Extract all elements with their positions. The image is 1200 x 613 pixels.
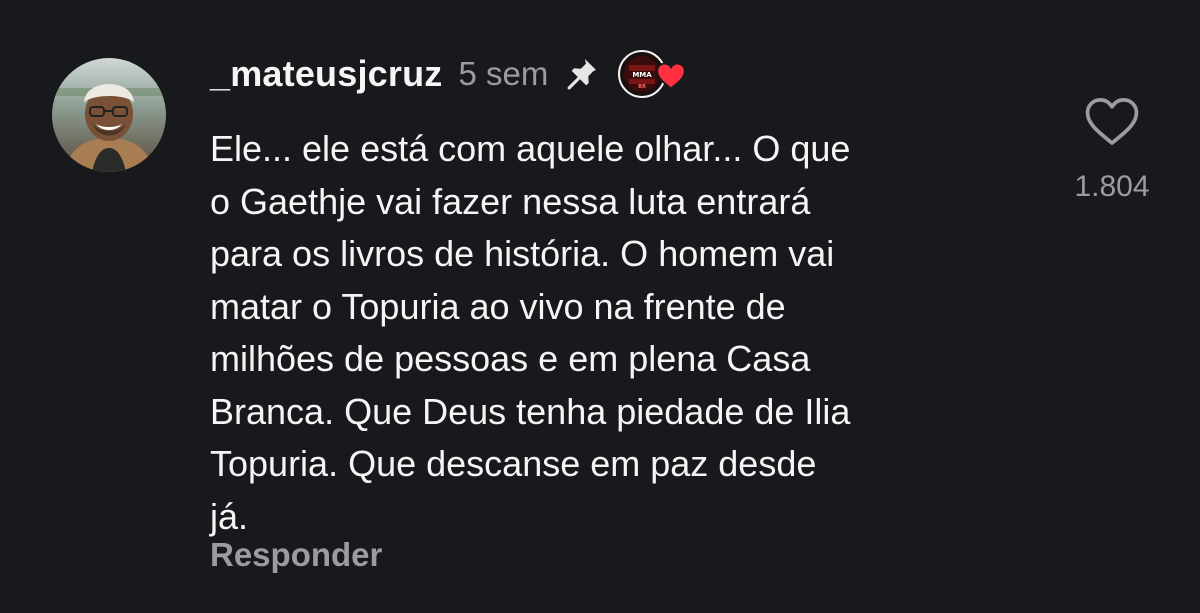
user-avatar[interactable]: [52, 58, 166, 172]
comment-header: _mateusjcruz 5 sem MMA BR: [210, 46, 688, 102]
reply-button[interactable]: Responder: [210, 536, 382, 574]
comment-line: já.: [210, 495, 249, 537]
like-button[interactable]: [1084, 96, 1140, 148]
comment-line: Ele... ele está com aquele olhar... O qu…: [210, 128, 851, 169]
pin-icon: [562, 55, 600, 93]
comment-line: para os livros de história. O homem vai: [210, 233, 835, 274]
timestamp: 5 sem: [458, 55, 549, 92]
avatar-image: [52, 58, 166, 172]
comment-line: milhões de pessoas e em plena Casa: [210, 338, 811, 379]
comment-line: Branca. Que Deus tenha piedade de Ilia: [210, 390, 851, 432]
heart-outline-icon: [1085, 97, 1139, 145]
like-count: 1.804: [1074, 170, 1150, 203]
username[interactable]: _mateusjcruz: [210, 53, 443, 95]
like-group: 1.804: [1062, 96, 1162, 204]
comment-body: Ele... ele está com aquele olhar... O qu…: [210, 123, 1040, 543]
heart-filled-icon: [656, 62, 687, 90]
comment: _mateusjcruz 5 sem MMA BR Ele... ele est…: [0, 0, 1200, 613]
comment-line: o Gaethje vai fazer nessa luta entrará: [210, 180, 811, 222]
creator-badge-label: MMA: [633, 71, 653, 79]
comment-line: matar o Topuria ao vivo na frente de: [210, 285, 786, 327]
comment-line: Topuria. Que descanse em paz desde: [210, 443, 817, 484]
creator-like-badge: MMA BR: [618, 48, 688, 100]
creator-badge-sublabel: BR: [639, 84, 647, 90]
